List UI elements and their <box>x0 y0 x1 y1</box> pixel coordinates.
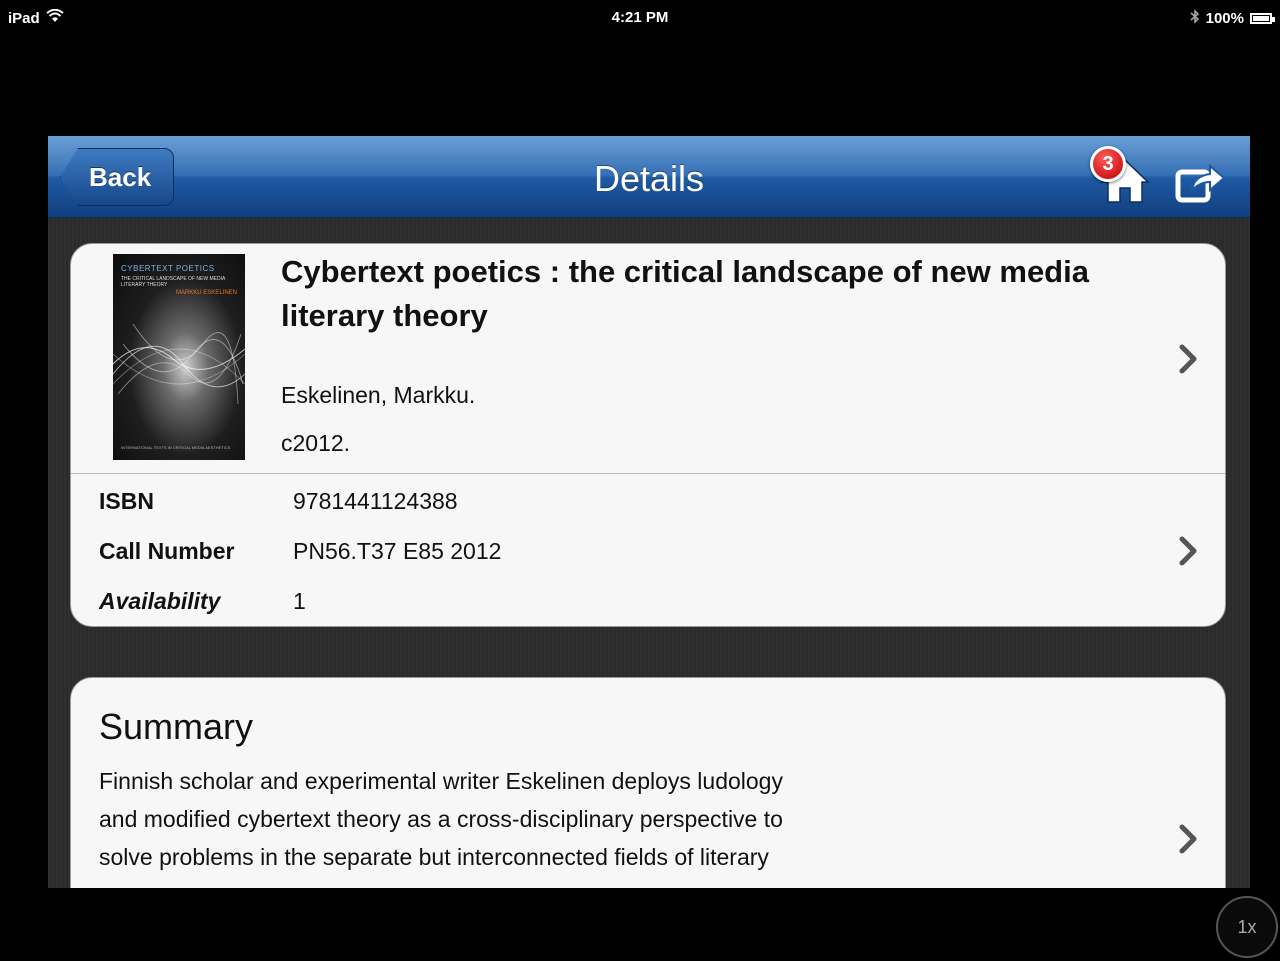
cover-footer: INTERNATIONAL TEXTS IN CRITICAL MEDIA AE… <box>121 445 231 450</box>
notification-badge: 3 <box>1090 146 1126 182</box>
page-title: Details <box>593 158 705 199</box>
book-date: c2012. <box>281 430 351 456</box>
chevron-right-icon[interactable] <box>1179 536 1197 566</box>
navigation-bar: Back Details 3 <box>48 136 1250 218</box>
status-bar-right: 100% <box>1190 9 1275 28</box>
cover-subtitle: THE CRITICAL LANDSCAPE OF NEW MEDIA LITE… <box>121 276 225 288</box>
isbn-label: ISBN <box>99 488 154 514</box>
availability-value: 1 <box>293 588 306 614</box>
battery-percent: 100% <box>1205 10 1244 27</box>
zoom-button[interactable]: 1x <box>1216 896 1278 958</box>
cover-title: CYBERTEXT POETICS <box>121 264 215 273</box>
share-icon[interactable] <box>1172 158 1228 206</box>
book-cover: CYBERTEXT POETICS THE CRITICAL LANDSCAPE… <box>113 254 245 460</box>
content-area: CYBERTEXT POETICS THE CRITICAL LANDSCAPE… <box>48 219 1250 888</box>
card-divider <box>71 473 1225 474</box>
chevron-right-icon[interactable] <box>1179 344 1197 374</box>
bluetooth-icon <box>1190 9 1200 28</box>
summary-heading: Summary <box>99 706 254 747</box>
app-window: Back Details 3 CYBERTEXT POETICS THE CRI… <box>48 136 1250 888</box>
availability-label: Availability <box>99 588 221 614</box>
summary-card[interactable]: Summary Finnish scholar and experimental… <box>70 677 1226 888</box>
book-title: Cybertext poetics : the critical landsca… <box>281 254 1089 333</box>
book-card[interactable]: CYBERTEXT POETICS THE CRITICAL LANDSCAPE… <box>70 243 1226 627</box>
book-author: Eskelinen, Markku. <box>281 382 476 408</box>
isbn-value: 9781441124388 <box>293 488 458 514</box>
call-number-label: Call Number <box>99 538 235 564</box>
status-bar: iPad 4:21 PM 100% <box>0 0 1280 36</box>
call-number-value: PN56.T37 E85 2012 <box>293 538 502 564</box>
cover-author: MARKKU ESKELINEN <box>175 290 237 296</box>
summary-text: Finnish scholar and experimental writer … <box>99 768 783 870</box>
status-time: 4:21 PM <box>611 9 669 26</box>
battery-icon <box>1250 13 1275 24</box>
chevron-right-icon[interactable] <box>1179 824 1197 854</box>
